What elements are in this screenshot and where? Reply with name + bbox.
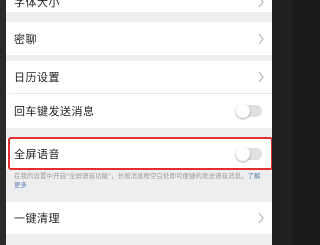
chevron-right-icon [258,0,264,8]
settings-screen: 字体大小 密聊 日历设置 回车键发送消息 全屏语音 在我的设置中开启"全屏语音功… [6,0,272,245]
settings-item-label: 日历设置 [14,71,60,84]
fullscreen-voice-description: 在我的设置中开启"全屏语音功能"，长按消息框空白处即可便捷的发送语音消息。了解更… [14,172,264,190]
chevron-right-icon [258,33,264,44]
settings-item-label: 字体大小 [14,0,60,9]
settings-item-label: 密聊 [14,32,37,46]
enter-to-send-toggle[interactable] [236,104,262,118]
settings-item-label: 回车键发送消息 [14,105,95,118]
toggle-knob [236,104,250,118]
description-text: 在我的设置中开启"全屏语音功能"，长按消息框空白处即可便捷的发送语音消息。 [14,172,248,180]
settings-item-one-key-cleanup[interactable]: 一键清理 [6,202,272,234]
highlight-box [8,137,272,170]
settings-item-enter-to-send[interactable]: 回车键发送消息 [6,94,272,128]
device-bezel-right [272,0,292,245]
chevron-right-icon [258,212,264,224]
chevron-right-icon [258,71,264,83]
settings-item-private-chat[interactable]: 密聊 [6,22,272,55]
settings-item-label: 一键清理 [14,212,60,225]
settings-item-font-size[interactable]: 字体大小 [6,0,272,12]
settings-item-calendar[interactable]: 日历设置 [6,61,272,93]
